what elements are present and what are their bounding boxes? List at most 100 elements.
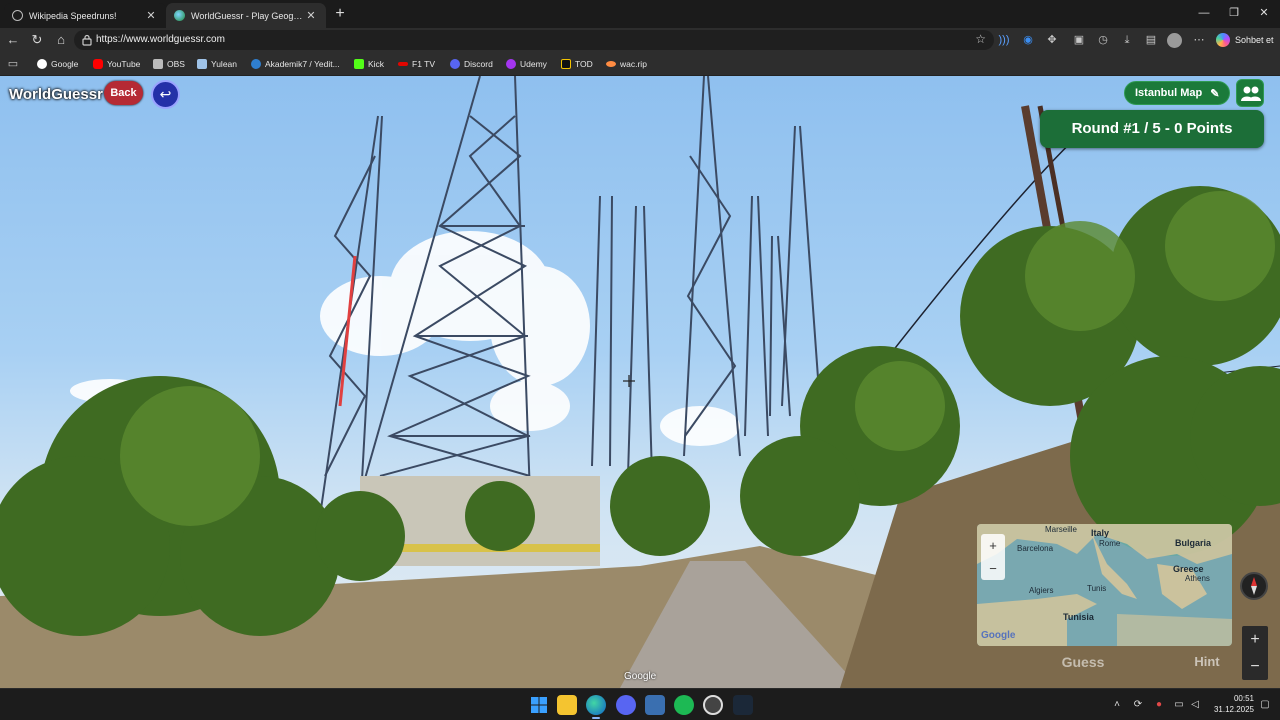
bookmark-tod[interactable]: TOD (561, 57, 593, 71)
discord-icon[interactable] (616, 695, 636, 715)
return-to-start-button[interactable]: ↩ (151, 80, 180, 109)
chevron-up-icon[interactable]: ˄ (1110, 698, 1124, 712)
site-info-icon[interactable] (82, 34, 92, 46)
sync-icon[interactable]: ⟳ (1131, 698, 1145, 712)
profile-avatar[interactable] (1167, 33, 1182, 48)
close-tab-icon[interactable]: ✕ (304, 9, 318, 22)
steam-icon[interactable] (733, 695, 753, 715)
collections-icon[interactable]: ▣ (1071, 32, 1087, 48)
tab-wikipedia-speedruns[interactable]: Wikipedia Speedruns! ✕ (4, 3, 166, 28)
edge-icon[interactable] (586, 695, 606, 715)
back-button[interactable]: Back (104, 81, 143, 105)
volume-icon[interactable]: ◁ (1188, 698, 1202, 712)
compass-needle-icon (1251, 577, 1257, 595)
party-button[interactable] (1236, 79, 1264, 107)
network-icon[interactable]: ▭ (1172, 698, 1186, 712)
google-watermark: Google (624, 671, 657, 682)
bookmark-google[interactable]: Google (37, 57, 78, 71)
read-aloud-icon[interactable]: ))) (996, 32, 1012, 48)
sidebar-toggle-icon[interactable]: ▭ (5, 56, 21, 72)
close-window-button[interactable]: ✕ (1249, 4, 1279, 22)
minimap-label: Tunis (1087, 584, 1107, 593)
minimap-zoom-in-button[interactable]: + (981, 534, 1005, 557)
bookmark-udemy[interactable]: Udemy (506, 57, 547, 71)
history-icon[interactable]: ◷ (1095, 32, 1111, 48)
favorite-star-icon[interactable]: ☆ (975, 32, 986, 46)
kick-icon (354, 59, 364, 69)
bookmark-kick[interactable]: Kick (354, 57, 384, 71)
bookmark-label: Udemy (520, 59, 547, 69)
downloads-icon[interactable]: ⤓ (1119, 32, 1135, 48)
minimap-zoom-control: + − (981, 534, 1005, 580)
new-tab-button[interactable]: + (331, 5, 349, 23)
wacrip-icon (606, 61, 616, 67)
spotify-icon[interactable] (674, 695, 694, 715)
minimap-label: Tunisia (1063, 612, 1094, 622)
zoom-in-button[interactable]: + (1242, 626, 1268, 653)
bookmark-label: Google (51, 59, 79, 69)
tab-title: WorldGuessr - Play Geoguessr for Free (191, 10, 304, 21)
users-icon (1241, 86, 1261, 101)
more-menu-icon[interactable]: ⋯ (1191, 32, 1207, 48)
bookmark-label: Discord (464, 59, 493, 69)
active-app-indicator (592, 717, 600, 719)
bookmark-youtube[interactable]: YouTube (93, 57, 140, 71)
minimap-label: Greece (1173, 564, 1204, 574)
microphone-icon[interactable]: ● (1152, 698, 1166, 712)
google-icon (37, 59, 47, 69)
bookmark-yulean[interactable]: Yulean (197, 57, 237, 71)
snipping-tool-icon[interactable] (645, 695, 665, 715)
tab-worldguessr[interactable]: WorldGuessr - Play Geoguessr for Free ✕ (166, 3, 326, 28)
bookmark-label: wac.rip (620, 59, 647, 69)
hint-button[interactable]: Hint (1186, 648, 1228, 676)
address-bar[interactable]: https://www.worldguessr.com ☆ (74, 30, 994, 50)
bookmark-akademik7[interactable]: Akademik7 / Yedit... (251, 57, 340, 71)
guess-minimap[interactable]: Marseille Italy Rome Bulgaria Barcelona … (977, 524, 1232, 646)
map-name-button[interactable]: Istanbul Map ✎ (1124, 81, 1231, 105)
minimap-zoom-out-button[interactable]: − (981, 557, 1005, 580)
bookmarks-bar: ▭ Google YouTube OBS Yulean Akademik7 / … (0, 52, 1280, 76)
url-text: https://www.worldguessr.com (96, 34, 225, 45)
minimap-label: Bulgaria (1175, 538, 1212, 548)
file-explorer-icon[interactable] (557, 695, 577, 715)
bookmark-label: Akademik7 / Yedit... (265, 59, 340, 69)
system-clock[interactable]: 00:51 31.12.2025 (1206, 693, 1254, 715)
windows-taskbar: ˄ ⟳ ● ▭ ◁ 00:51 31.12.2025 ▢ (0, 688, 1280, 720)
screenshot-icon[interactable]: ▤ (1143, 32, 1159, 48)
close-tab-icon[interactable]: ✕ (144, 9, 158, 22)
bookmark-obs[interactable]: OBS (153, 57, 185, 71)
maximize-button[interactable]: ❐ (1219, 4, 1249, 22)
minimap-label: Italy (1091, 528, 1110, 538)
minimap-label: Rome (1099, 539, 1121, 548)
google-logo: Google (981, 630, 1016, 641)
street-view-panorama[interactable]: WorldGuessr Back ↩ Istanbul Map ✎ Round … (0, 76, 1280, 688)
bookmark-f1tv[interactable]: F1 TV (398, 57, 435, 71)
bookmark-label: Yulean (211, 59, 237, 69)
bookmark-wacrip[interactable]: wac.rip (606, 57, 647, 71)
minimize-button[interactable]: — (1189, 4, 1219, 22)
wikipedia-favicon-icon (12, 10, 23, 21)
obs-icon[interactable] (703, 695, 723, 715)
extension-icon[interactable]: ◉ (1020, 32, 1036, 48)
udemy-icon (506, 59, 516, 69)
notification-icon[interactable]: ▢ (1258, 698, 1272, 712)
bookmark-label: F1 TV (412, 59, 435, 69)
reload-icon[interactable]: ↻ (28, 31, 46, 49)
clock-date: 31.12.2025 (1213, 705, 1254, 714)
pencil-icon: ✎ (1210, 87, 1220, 100)
youtube-icon (93, 59, 103, 69)
start-icon[interactable] (529, 695, 549, 715)
bookmark-discord[interactable]: Discord (450, 57, 493, 71)
bookmark-label: YouTube (107, 59, 141, 69)
worldguessr-logo[interactable]: WorldGuessr (9, 86, 103, 103)
home-icon[interactable]: ⌂ (52, 31, 70, 49)
street-view-zoom-control: + − (1242, 626, 1268, 680)
back-arrow-icon[interactable]: ← (4, 31, 22, 49)
compass-icon[interactable] (1240, 572, 1268, 600)
extensions-puzzle-icon[interactable]: ✥ (1044, 32, 1060, 48)
copilot-button[interactable]: Sohbet et (1213, 31, 1280, 49)
guess-button[interactable]: Guess (1027, 648, 1139, 676)
f1-icon (398, 62, 408, 66)
zoom-out-button[interactable]: − (1242, 653, 1268, 680)
round-status-banner: Round #1 / 5 - 0 Points (1040, 110, 1264, 148)
